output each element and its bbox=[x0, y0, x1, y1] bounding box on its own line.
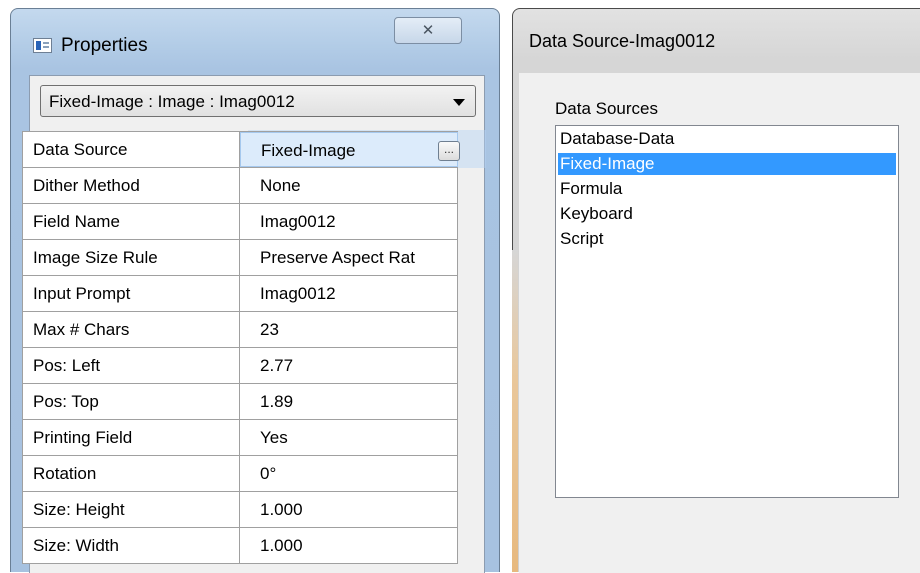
property-name: Field Name bbox=[22, 204, 240, 239]
data-source-item[interactable]: Formula bbox=[558, 178, 896, 200]
property-row[interactable]: Rotation 0° bbox=[22, 456, 458, 492]
property-row[interactable]: Printing Field Yes bbox=[22, 420, 458, 456]
property-value[interactable]: Imag0012 bbox=[240, 204, 458, 239]
data-source-panel: Data Sources Database-Data Fixed-Image For… bbox=[519, 73, 920, 573]
property-value[interactable]: Imag0012 bbox=[240, 276, 458, 311]
property-name: Dither Method bbox=[22, 168, 240, 203]
property-row[interactable]: Dither Method None bbox=[22, 168, 458, 204]
property-row[interactable]: Size: Width 1.000 bbox=[22, 528, 458, 564]
property-value[interactable]: Yes bbox=[240, 420, 458, 455]
property-row[interactable]: Input Prompt Imag0012 bbox=[22, 276, 458, 312]
property-row[interactable]: Max # Chars 23 bbox=[22, 312, 458, 348]
data-source-item[interactable]: Script bbox=[558, 228, 896, 250]
property-name: Size: Width bbox=[22, 528, 240, 563]
data-source-item[interactable]: Database-Data bbox=[558, 128, 896, 150]
data-source-item[interactable]: Keyboard bbox=[558, 203, 896, 225]
property-grid: Data Source Fixed-Image Dither Method None F… bbox=[22, 131, 458, 564]
property-value[interactable]: 23 bbox=[240, 312, 458, 347]
property-value[interactable]: 1.89 bbox=[240, 384, 458, 419]
property-row[interactable]: Image Size Rule Preserve Aspect Rat bbox=[22, 240, 458, 276]
property-row[interactable]: Pos: Left 2.77 bbox=[22, 348, 458, 384]
object-selector-dropdown[interactable]: Fixed-Image : Image : Imag0012 bbox=[40, 85, 476, 117]
property-row[interactable]: Size: Height 1.000 bbox=[22, 492, 458, 528]
property-value[interactable]: None bbox=[240, 168, 458, 203]
property-name: Rotation bbox=[22, 456, 240, 491]
close-icon: ✕ bbox=[421, 21, 435, 39]
property-name: Printing Field bbox=[22, 420, 240, 455]
data-sources-label: Data Sources bbox=[555, 99, 658, 118]
property-value[interactable]: 1.000 bbox=[240, 528, 458, 563]
property-value[interactable]: 1.000 bbox=[240, 492, 458, 527]
window-edge-accent bbox=[512, 250, 518, 572]
data-sources-list[interactable]: Database-Data Fixed-Image Formula Keyboard S… bbox=[555, 125, 899, 498]
property-name: Input Prompt bbox=[22, 276, 240, 311]
property-row[interactable]: Data Source Fixed-Image bbox=[22, 132, 458, 168]
property-value[interactable]: 2.77 bbox=[240, 348, 458, 383]
data-source-title: Data Source-Imag0012 bbox=[529, 31, 716, 51]
object-selector-value: Fixed-Image : Image : Imag0012 bbox=[49, 92, 295, 111]
property-name: Data Source bbox=[22, 132, 240, 167]
browse-button[interactable]: ... bbox=[438, 141, 460, 161]
properties-app-icon bbox=[33, 38, 52, 53]
property-name: Size: Height bbox=[22, 492, 240, 527]
property-row[interactable]: Pos: Top 1.89 bbox=[22, 384, 458, 420]
property-value[interactable]: Fixed-Image bbox=[240, 132, 458, 167]
property-value[interactable]: 0° bbox=[240, 456, 458, 491]
property-row[interactable]: Field Name Imag0012 bbox=[22, 204, 458, 240]
property-name: Image Size Rule bbox=[22, 240, 240, 275]
property-name: Pos: Left bbox=[22, 348, 240, 383]
chevron-down-icon bbox=[453, 99, 465, 106]
property-name: Pos: Top bbox=[22, 384, 240, 419]
close-button[interactable]: ✕ bbox=[394, 17, 462, 44]
property-value[interactable]: Preserve Aspect Rat bbox=[240, 240, 458, 275]
property-name: Max # Chars bbox=[22, 312, 240, 347]
data-source-item[interactable]: Fixed-Image bbox=[558, 153, 896, 175]
properties-title: Properties bbox=[61, 35, 148, 56]
data-source-window: Data Source-Imag0012 Data Sources Databa… bbox=[512, 8, 920, 573]
